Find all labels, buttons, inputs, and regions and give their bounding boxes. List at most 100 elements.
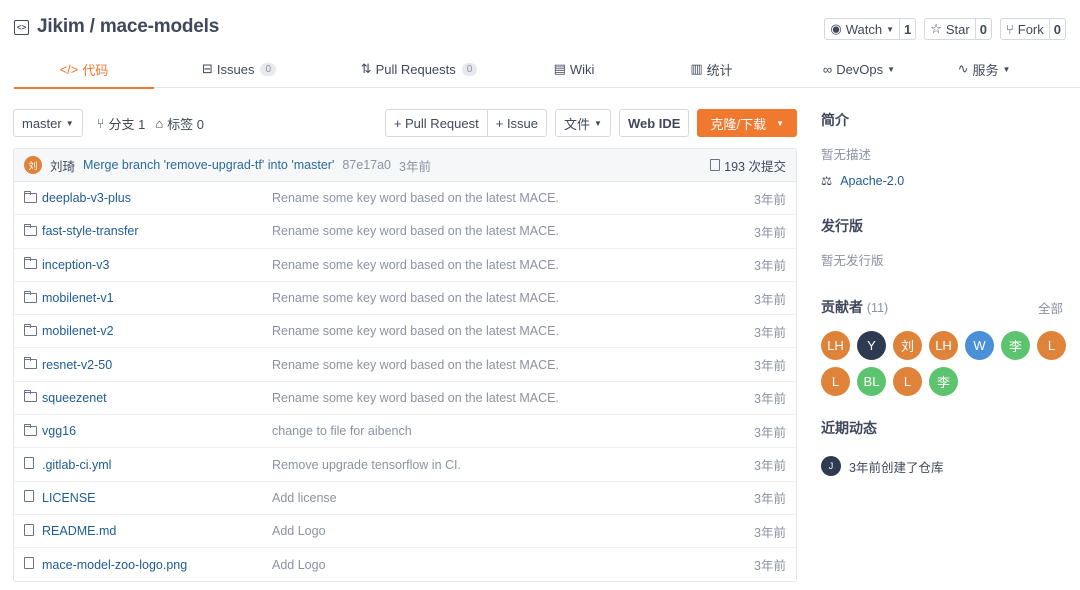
folder-icon — [23, 290, 42, 306]
folder-icon — [23, 323, 42, 339]
contributors-list: LH Y 刘 LH W 李 L L BL L 李 — [821, 331, 1066, 396]
folder-icon — [23, 390, 42, 405]
commit-author[interactable]: 刘琦 — [50, 156, 75, 175]
file-commit-message[interactable]: Rename some key word based on the latest… — [272, 358, 754, 372]
file-row[interactable]: mobilenet-v2 Rename some key word based o… — [14, 315, 796, 349]
file-commit-message[interactable]: Rename some key word based on the latest… — [272, 191, 754, 205]
file-row[interactable]: LICENSE Add license 3年前 — [14, 482, 796, 515]
file-name[interactable]: fast-style-transfer — [42, 224, 272, 238]
tab-stats[interactable]: ▥ 统计 — [634, 50, 789, 88]
branches-link[interactable]: ⑂ 分支 1 — [97, 114, 146, 133]
file-commit-message[interactable]: Remove upgrade tensorflow in CI. — [272, 458, 754, 472]
file-name[interactable]: mace-model-zoo-logo.png — [42, 558, 272, 572]
file-commit-message[interactable]: Rename some key word based on the latest… — [272, 291, 754, 305]
file-commit-message[interactable]: Add Logo — [272, 558, 754, 572]
pull-request-icon: ⇅ — [360, 61, 372, 76]
stats-icon: ▥ — [690, 61, 703, 76]
repo-title[interactable]: Jikim / mace-models — [37, 16, 219, 38]
tab-wiki[interactable]: ▤ Wiki — [514, 50, 634, 88]
file-row[interactable]: fast-style-transfer Rename some key word … — [14, 215, 796, 249]
file-name[interactable]: mobilenet-v2 — [42, 324, 272, 338]
file-row[interactable]: vgg16 change to file for aibench 3年前 — [14, 415, 796, 449]
file-row[interactable]: .gitlab-ci.yml Remove upgrade tensorflow … — [14, 448, 796, 482]
file-commit-message[interactable]: Rename some key word based on the latest… — [272, 224, 754, 238]
file-name[interactable]: .gitlab-ci.yml — [42, 458, 272, 472]
file-icon — [24, 557, 42, 572]
file-row[interactable]: squeezenet Rename some key word based on … — [14, 382, 796, 416]
folder-icon — [23, 357, 42, 372]
new-issue-button[interactable]: + Issue — [487, 109, 548, 137]
file-commit-message[interactable]: Rename some key word based on the latest… — [272, 324, 754, 338]
watch-count[interactable]: 1 — [898, 19, 915, 39]
intro-text: 暂无描述 — [821, 148, 872, 162]
chevron-down-icon: ▼ — [886, 24, 894, 34]
fork-count[interactable]: 0 — [1048, 19, 1065, 39]
file-commit-message[interactable]: Rename some key word based on the latest… — [272, 258, 754, 272]
file-row[interactable]: mobilenet-v1 Rename some key word based o… — [14, 282, 796, 316]
file-time: 3年前 — [754, 259, 786, 274]
watch-button[interactable]: ◉ Watch ▼ 1 — [824, 18, 917, 40]
contributor-avatar[interactable]: Y — [857, 331, 886, 360]
file-name[interactable]: vgg16 — [42, 424, 272, 438]
star-button[interactable]: ☆ Star 0 — [924, 18, 992, 40]
tags-link[interactable]: ⌂ 标签 0 — [155, 114, 204, 133]
file-name[interactable]: mobilenet-v1 — [42, 291, 272, 305]
contributor-avatar[interactable]: 李 — [1001, 331, 1030, 360]
devops-icon: ∞ — [822, 61, 833, 77]
file-time: 3年前 — [754, 392, 786, 407]
file-commit-message[interactable]: Rename some key word based on the latest… — [272, 391, 754, 405]
branch-select[interactable]: master ▼ — [13, 109, 83, 137]
file-commit-message[interactable]: change to file for aibench — [272, 424, 754, 438]
star-count[interactable]: 0 — [974, 19, 991, 39]
contributor-avatar[interactable]: 刘 — [893, 331, 922, 360]
file-name[interactable]: README.md — [42, 524, 272, 538]
tab-pull-requests[interactable]: ⇅ Pull Requests 0 — [324, 50, 514, 88]
file-name[interactable]: LICENSE — [42, 491, 272, 505]
contributor-avatar[interactable]: W — [965, 331, 994, 360]
contributor-avatar[interactable]: L — [893, 367, 922, 396]
tab-stats-label: 统计 — [706, 62, 733, 78]
tab-issues[interactable]: ⊟ Issues 0 — [154, 50, 324, 88]
file-name[interactable]: resnet-v2-50 — [42, 358, 272, 372]
file-menu-button[interactable]: 文件 ▼ — [555, 109, 611, 137]
avatar[interactable]: 刘 — [24, 156, 42, 174]
file-browser: 刘 刘琦 Merge branch 'remove-upgrad-tf' int… — [13, 148, 797, 582]
file-row[interactable]: deeplab-v3-plus Rename some key word base… — [14, 182, 796, 216]
file-row[interactable]: inception-v3 Rename some key word based o… — [14, 249, 796, 282]
tab-service[interactable]: ∿ 服务 ▼ — [929, 50, 1039, 88]
contributor-avatar[interactable]: L — [1037, 331, 1066, 360]
release-title: 发行版 — [821, 218, 863, 234]
avatar[interactable]: J — [821, 456, 841, 476]
contributors-all-link[interactable]: 全部 — [1038, 298, 1063, 317]
repo-toolbar: master ▼ ⑂ 分支 1 ⌂ 标签 0 + Pull Request + … — [13, 109, 797, 137]
contributor-avatar[interactable]: L — [821, 367, 850, 396]
file-name[interactable]: deeplab-v3-plus — [42, 191, 272, 205]
tab-devops[interactable]: ∞ DevOps ▼ — [789, 50, 929, 88]
star-icon: ☆ — [930, 21, 942, 36]
tab-code[interactable]: </> 代码 — [14, 50, 154, 89]
file-row[interactable]: mace-model-zoo-logo.png Add Logo 3年前 — [14, 548, 796, 581]
commit-time: 3年前 — [399, 159, 431, 174]
file-commit-message[interactable]: Add Logo — [272, 524, 754, 538]
file-commit-message[interactable]: Add license — [272, 491, 754, 505]
contributor-avatar[interactable]: 李 — [929, 367, 958, 396]
commit-hash[interactable]: 87e17a0 — [342, 158, 391, 172]
file-row[interactable]: resnet-v2-50 Rename some key word based o… — [14, 348, 796, 382]
file-row[interactable]: README.md Add Logo 3年前 — [14, 515, 796, 549]
contributor-avatar[interactable]: BL — [857, 367, 886, 396]
license-link[interactable]: ⚖ Apache-2.0 — [821, 173, 1063, 189]
file-time: 3年前 — [754, 225, 786, 240]
activity-item: J 3年前创建了仓库 — [821, 456, 1063, 476]
clone-download-button[interactable]: 克隆/下载 ▼ — [697, 109, 797, 137]
commit-message[interactable]: Merge branch 'remove-upgrad-tf' into 'ma… — [83, 158, 334, 172]
new-pull-request-button[interactable]: + Pull Request — [384, 109, 488, 137]
file-icon — [24, 457, 42, 472]
fork-button[interactable]: ⑂ Fork 0 — [999, 18, 1066, 40]
contributor-avatar[interactable]: LH — [929, 331, 958, 360]
contributor-avatar[interactable]: LH — [821, 331, 850, 360]
file-name[interactable]: squeezenet — [42, 391, 272, 405]
file-name[interactable]: inception-v3 — [42, 258, 272, 272]
commit-count-link[interactable]: 193 次提交 — [710, 156, 786, 175]
web-ide-button[interactable]: Web IDE — [618, 109, 690, 137]
file-time: 3年前 — [754, 192, 786, 207]
